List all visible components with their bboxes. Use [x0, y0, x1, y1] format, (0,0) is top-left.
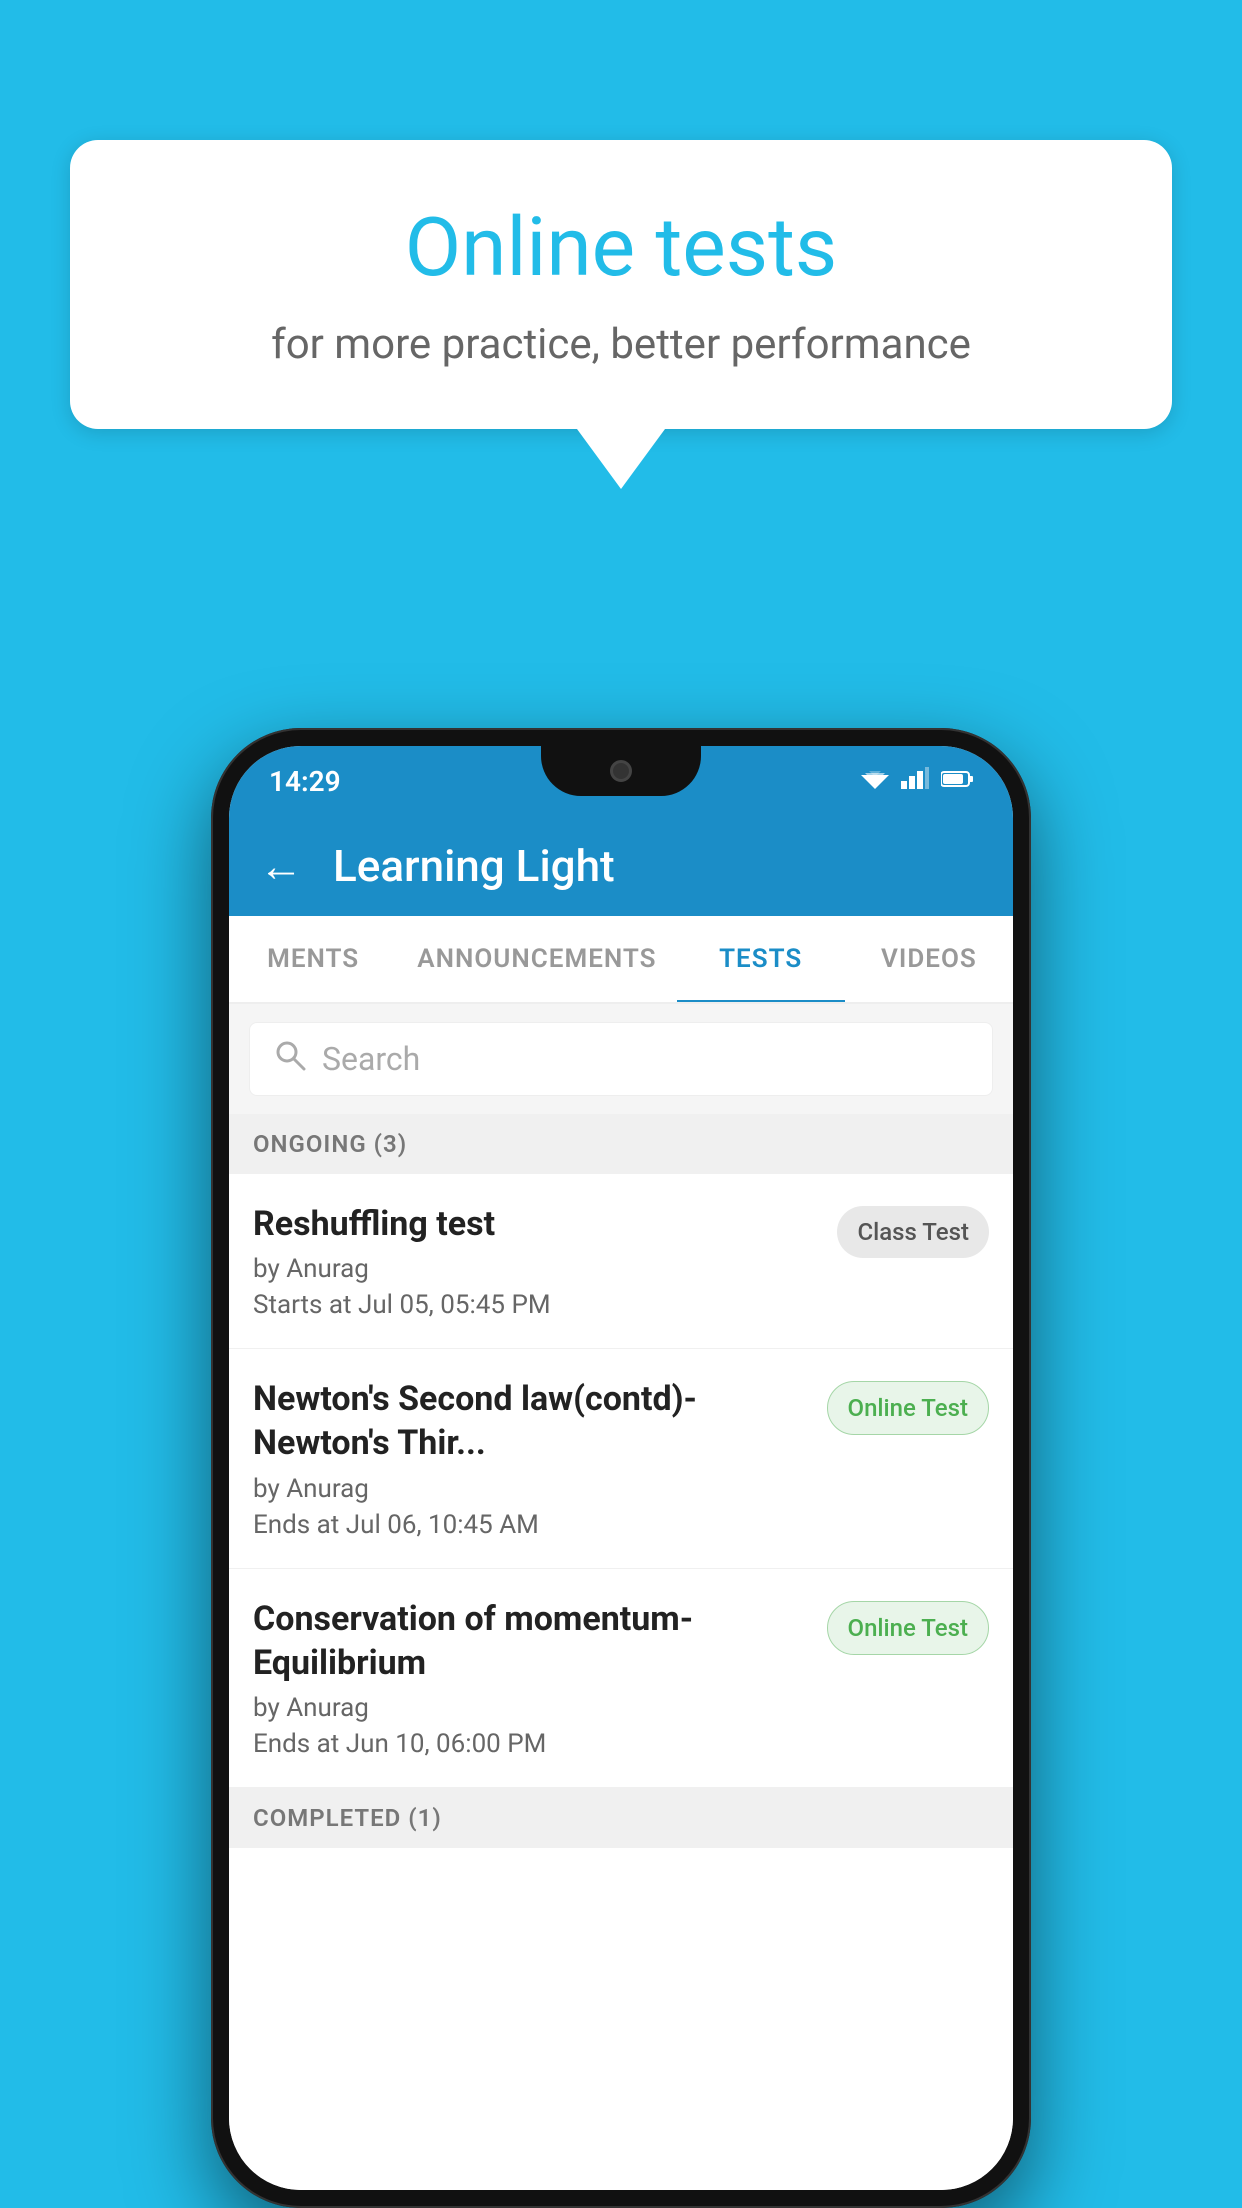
speech-bubble-title: Online tests	[130, 200, 1112, 296]
speech-bubble-subtitle: for more practice, better performance	[130, 320, 1112, 369]
search-input-wrapper[interactable]: Search	[249, 1022, 993, 1096]
completed-section-header: COMPLETED (1)	[229, 1788, 1013, 1848]
back-button[interactable]: ←	[259, 844, 303, 888]
test-name: Conservation of momentum-Equilibrium	[253, 1597, 811, 1685]
speech-bubble: Online tests for more practice, better p…	[70, 140, 1172, 429]
tests-list: Reshuffling test by Anurag Starts at Jul…	[229, 1174, 1013, 2190]
test-info: Newton's Second law(contd)-Newton's Thir…	[253, 1377, 811, 1539]
test-badge: Online Test	[827, 1381, 989, 1435]
ongoing-section-header: ONGOING (3)	[229, 1114, 1013, 1174]
test-item[interactable]: Newton's Second law(contd)-Newton's Thir…	[229, 1349, 1013, 1568]
tab-ments[interactable]: MENTS	[229, 916, 397, 1002]
signal-icon	[901, 767, 929, 795]
test-badge: Class Test	[837, 1206, 989, 1258]
app-toolbar: ← Learning Light	[229, 816, 1013, 916]
tabs-container: MENTS ANNOUNCEMENTS TESTS VIDEOS	[229, 916, 1013, 1004]
test-badge: Online Test	[827, 1601, 989, 1655]
test-name: Newton's Second law(contd)-Newton's Thir…	[253, 1377, 811, 1465]
speech-bubble-container: Online tests for more practice, better p…	[70, 140, 1172, 489]
wifi-icon	[861, 766, 889, 796]
phone-wrapper: 14:29 ← Le	[211, 728, 1031, 2208]
test-item[interactable]: Conservation of momentum-Equilibrium by …	[229, 1569, 1013, 1788]
phone-frame: 14:29 ← Le	[211, 728, 1031, 2208]
test-date: Ends at Jul 06, 10:45 AM	[253, 1510, 811, 1540]
test-info: Reshuffling test by Anurag Starts at Jul…	[253, 1202, 821, 1320]
tab-announcements[interactable]: ANNOUNCEMENTS	[397, 916, 676, 1002]
test-date: Starts at Jul 05, 05:45 PM	[253, 1290, 821, 1320]
toolbar-title: Learning Light	[333, 840, 615, 892]
search-icon	[274, 1039, 306, 1079]
test-by: by Anurag	[253, 1693, 811, 1723]
test-name: Reshuffling test	[253, 1202, 821, 1246]
speech-bubble-arrow	[577, 429, 665, 489]
search-placeholder: Search	[322, 1040, 420, 1078]
search-container: Search	[229, 1004, 1013, 1114]
status-bar: 14:29	[229, 746, 1013, 816]
test-by: by Anurag	[253, 1254, 821, 1284]
status-time: 14:29	[269, 765, 341, 798]
tab-tests[interactable]: TESTS	[677, 916, 845, 1002]
screen-content: Search ONGOING (3) Reshuffling test by A…	[229, 1004, 1013, 2190]
test-date: Ends at Jun 10, 06:00 PM	[253, 1729, 811, 1759]
tab-videos[interactable]: VIDEOS	[845, 916, 1013, 1002]
battery-icon	[941, 770, 973, 792]
test-item[interactable]: Reshuffling test by Anurag Starts at Jul…	[229, 1174, 1013, 1349]
notch	[541, 746, 701, 796]
test-info: Conservation of momentum-Equilibrium by …	[253, 1597, 811, 1759]
phone-screen: 14:29 ← Le	[229, 746, 1013, 2190]
test-by: by Anurag	[253, 1474, 811, 1504]
camera	[610, 760, 632, 782]
status-icons	[861, 766, 973, 796]
